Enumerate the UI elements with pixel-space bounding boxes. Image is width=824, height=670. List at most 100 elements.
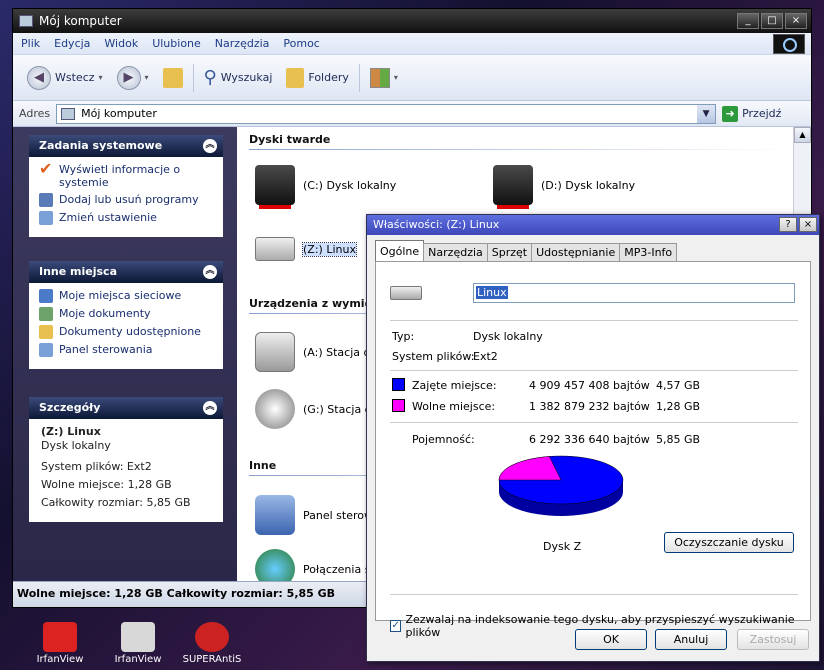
collapse-chevron-icon[interactable]: ︽ [203,265,217,279]
task-add-remove[interactable]: Dodaj lub usuń programy [39,193,215,207]
drive-c[interactable]: (C:) Dysk lokalny [255,165,397,209]
irfanview-desktop-icon-2[interactable]: IrfanView [106,622,170,665]
search-button[interactable]: ⚲ Wyszukaj [200,64,277,91]
tab-sharing[interactable]: Udostępnianie [531,243,621,261]
menu-tools[interactable]: Narzędzia [215,37,270,50]
tab-strip: Ogólne Narzędzia Sprzęt Udostępnianie MP… [375,240,678,261]
irfanview-desktop-icon[interactable]: IrfanView [28,622,92,665]
place-my-documents[interactable]: Moje dokumenty [39,307,215,321]
scroll-up-icon[interactable]: ▲ [794,127,811,143]
address-dropdown-icon[interactable]: ▼ [697,104,716,123]
divider [390,370,798,371]
close-button[interactable]: × [785,13,807,29]
menu-file[interactable]: Plik [21,37,40,50]
folders-button[interactable]: Foldery [282,65,353,91]
other-places-header[interactable]: Inne miejsca ︽ [29,261,223,283]
ok-button[interactable]: OK [575,629,647,650]
control-panel-icon [39,343,53,357]
disk-usage-pie-chart [498,455,624,516]
forward-dropdown-icon[interactable]: ▾ [145,73,149,82]
views-dropdown-icon: ▾ [393,73,398,82]
drive-name-input[interactable]: Linux [473,283,795,303]
system-tasks-header[interactable]: Zadania systemowe ︽ [29,135,223,157]
irfanview-icon [121,622,155,652]
go-button[interactable]: ➜ Przejdź [722,105,781,122]
help-button[interactable]: ? [779,217,797,232]
folders-label: Foldery [308,71,349,84]
cancel-button[interactable]: Anuluj [655,629,727,650]
drive-g[interactable]: (G:) Stacja d [255,389,372,429]
item-label: Panel sterow [303,508,373,522]
drive-label: (Z:) Linux [302,241,357,257]
drive-a[interactable]: (A:) Stacja d [255,332,370,372]
address-field[interactable]: Mój komputer ▼ [56,103,717,124]
panel-title: Zadania systemowe [39,139,163,152]
drive-d[interactable]: (D:) Dysk lokalny [493,165,635,209]
dvd-drive-icon [255,389,295,429]
address-label: Adres [19,107,51,120]
task-change-setting[interactable]: Zmień ustawienie [39,211,215,225]
collapse-chevron-icon[interactable]: ︽ [203,139,217,153]
toolbar-separator [192,63,194,92]
drive-icon [390,286,422,300]
type-value: Dysk lokalny [473,330,543,343]
desktop-icon-label: IrfanView [114,654,162,665]
free-space-gb: 1,28 GB [656,400,701,413]
used-space-bytes: 4 909 457 408 bajtów [529,379,650,392]
tab-mp3-info[interactable]: MP3-Info [619,243,678,261]
divider [390,320,798,321]
used-space-swatch [392,378,405,391]
place-label: Dokumenty udostępnione [59,325,201,338]
details-filesystem: System plików: Ext2 [41,460,152,473]
place-network[interactable]: Moje miejsca sieciowe [39,289,215,303]
capacity-label: Pojemność: [412,433,475,446]
dialog-titlebar[interactable]: Właściwości: (Z:) Linux ? × [367,215,819,235]
disk-cleanup-button[interactable]: Oczyszczanie dysku [664,532,794,553]
drive-z[interactable]: (Z:) Linux [255,237,357,261]
window-title: Mój komputer [39,14,122,28]
index-checkbox[interactable]: ✓ [390,620,402,632]
panel-title: Szczegóły [39,401,101,414]
hard-drive-icon [255,165,295,209]
dialog-close-button[interactable]: × [799,217,817,232]
forward-button[interactable]: ▶ ▾ [113,63,153,93]
explorer-titlebar[interactable]: Mój komputer _ □ × [13,9,811,33]
maximize-button[interactable]: □ [761,13,783,29]
superantispyware-desktop-icon[interactable]: SUPERAntiS [180,622,244,665]
desktop-icon-label: SUPERAntiS [182,654,242,665]
menu-help[interactable]: Pomoc [283,37,319,50]
drive-label: (C:) Dysk lokalny [303,178,397,192]
section-other: Inne [249,459,277,472]
tab-general[interactable]: Ogólne [375,240,425,261]
details-name: (Z:) Linux [41,425,101,438]
tab-hardware[interactable]: Sprzęt [486,243,533,261]
task-label: Zmień ustawienie [59,211,157,224]
free-space-bytes: 1 382 879 232 bajtów [529,400,650,413]
task-system-info[interactable]: ✔ Wyświetl informacje o systemie [39,159,215,190]
menu-view[interactable]: Widok [104,37,138,50]
search-icon: ⚲ [203,67,217,88]
used-space-gb: 4,57 GB [656,379,701,392]
checkmark-icon: ✔ [39,159,53,178]
place-control-panel[interactable]: Panel sterowania [39,343,215,357]
details-panel: Szczegóły ︽ (Z:) Linux Dysk lokalny Syst… [29,397,223,522]
hard-drive-icon [493,165,533,209]
up-folder-button[interactable] [159,65,187,91]
details-header[interactable]: Szczegóły ︽ [29,397,223,419]
place-shared-documents[interactable]: Dokumenty udostępnione [39,325,215,339]
collapse-chevron-icon[interactable]: ︽ [203,401,217,415]
back-dropdown-icon[interactable]: ▾ [99,73,103,82]
filesystem-label: System plików: [392,350,475,363]
back-button[interactable]: ◀ Wstecz ▾ [23,63,107,93]
tab-tools[interactable]: Narzędzia [423,243,488,261]
network-places-icon [39,289,53,303]
control-panel-item[interactable]: Panel sterow [255,495,373,535]
filesystem-value: Ext2 [473,350,498,363]
menu-edit[interactable]: Edycja [54,37,90,50]
system-tasks-panel: Zadania systemowe ︽ ✔ Wyświetl informacj… [29,135,223,237]
views-button[interactable]: ▾ [366,65,402,91]
apply-button[interactable]: Zastosuj [737,629,809,650]
minimize-button[interactable]: _ [737,13,759,29]
free-space-swatch [392,399,405,412]
menu-favorites[interactable]: Ulubione [152,37,201,50]
